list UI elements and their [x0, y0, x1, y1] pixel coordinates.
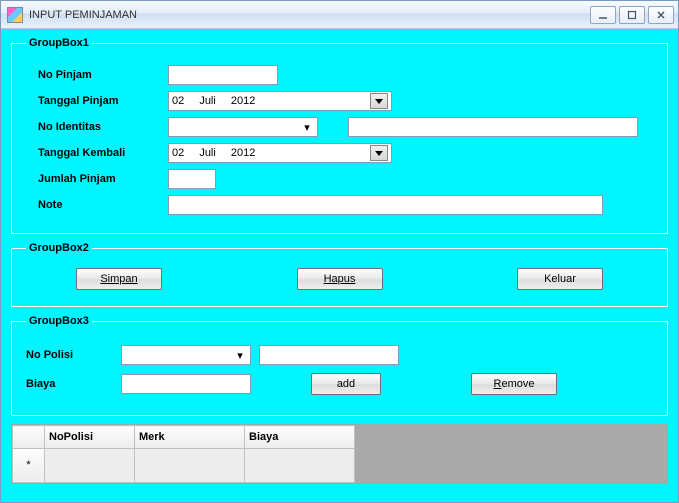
client-area: GroupBox1 No Pinjam Tanggal Pinjam 02 Ju… — [1, 29, 678, 502]
titlebar[interactable]: INPUT PEMINJAMAN — [1, 1, 678, 29]
groupbox-1-legend: GroupBox1 — [26, 37, 92, 49]
label-no-polisi: No Polisi — [26, 349, 121, 361]
tgl-pinjam-year: 2012 — [231, 95, 255, 107]
label-biaya: Biaya — [26, 378, 121, 390]
input-jumlah-pinjam[interactable] — [168, 169, 216, 189]
label-no-identitas: No Identitas — [38, 121, 168, 133]
tgl-kembali-month: Juli — [199, 147, 216, 159]
label-jumlah-pinjam: Jumlah Pinjam — [38, 173, 168, 185]
groupbox-3: GroupBox3 No Polisi ▾ Biaya add Remove — [11, 315, 668, 416]
grid-col-biaya[interactable]: Biaya — [245, 426, 355, 449]
tgl-pinjam-day: 02 — [172, 95, 184, 107]
close-button[interactable] — [648, 6, 674, 24]
window-title: INPUT PEMINJAMAN — [29, 9, 137, 21]
dropdown-no-identitas[interactable]: ▾ — [168, 117, 318, 137]
keluar-button[interactable]: Keluar — [517, 268, 603, 290]
calendar-icon[interactable] — [370, 145, 388, 161]
grid-header-row: NoPolisi Merk Biaya — [13, 426, 355, 449]
chevron-down-icon: ▾ — [300, 121, 314, 134]
grid-cell[interactable] — [135, 448, 245, 482]
dropdown-no-polisi[interactable]: ▾ — [121, 345, 251, 365]
input-no-polisi-detail[interactable] — [259, 345, 399, 365]
grid-empty-area — [355, 425, 667, 483]
input-no-pinjam[interactable] — [168, 65, 278, 85]
hapus-button[interactable]: Hapus — [297, 268, 383, 290]
grid-cell[interactable] — [245, 448, 355, 482]
label-note: Note — [38, 199, 168, 211]
tgl-kembali-day: 02 — [172, 147, 184, 159]
window-frame: INPUT PEMINJAMAN GroupBox1 No Pinjam Tan… — [0, 0, 679, 503]
groupbox-3-legend: GroupBox3 — [26, 315, 92, 327]
tgl-pinjam-month: Juli — [199, 95, 216, 107]
datepicker-tanggal-kembali[interactable]: 02 Juli 2012 — [168, 143, 392, 163]
chevron-down-icon: ▾ — [233, 349, 247, 362]
add-button[interactable]: add — [311, 373, 381, 395]
input-identitas-detail[interactable] — [348, 117, 638, 137]
data-grid[interactable]: NoPolisi Merk Biaya * — [11, 424, 668, 484]
grid-col-nopolisi[interactable]: NoPolisi — [45, 426, 135, 449]
label-tanggal-pinjam: Tanggal Pinjam — [38, 95, 168, 107]
groupbox-1: GroupBox1 No Pinjam Tanggal Pinjam 02 Ju… — [11, 37, 668, 234]
remove-button[interactable]: Remove — [471, 373, 557, 395]
label-tanggal-kembali: Tanggal Kembali — [38, 147, 168, 159]
app-icon — [7, 7, 23, 23]
tgl-kembali-year: 2012 — [231, 147, 255, 159]
groupbox-2: GroupBox2 Simpan Hapus Keluar — [11, 242, 668, 307]
label-no-pinjam: No Pinjam — [38, 69, 168, 81]
maximize-button[interactable] — [619, 6, 645, 24]
simpan-button[interactable]: Simpan — [76, 268, 162, 290]
input-biaya[interactable] — [121, 374, 251, 394]
groupbox-2-legend: GroupBox2 — [26, 242, 92, 254]
calendar-icon[interactable] — [370, 93, 388, 109]
grid-new-row[interactable]: * — [13, 448, 355, 482]
new-row-marker: * — [13, 448, 45, 482]
grid-col-merk[interactable]: Merk — [135, 426, 245, 449]
input-note[interactable] — [168, 195, 603, 215]
minimize-button[interactable] — [590, 6, 616, 24]
datepicker-tanggal-pinjam[interactable]: 02 Juli 2012 — [168, 91, 392, 111]
grid-cell[interactable] — [45, 448, 135, 482]
